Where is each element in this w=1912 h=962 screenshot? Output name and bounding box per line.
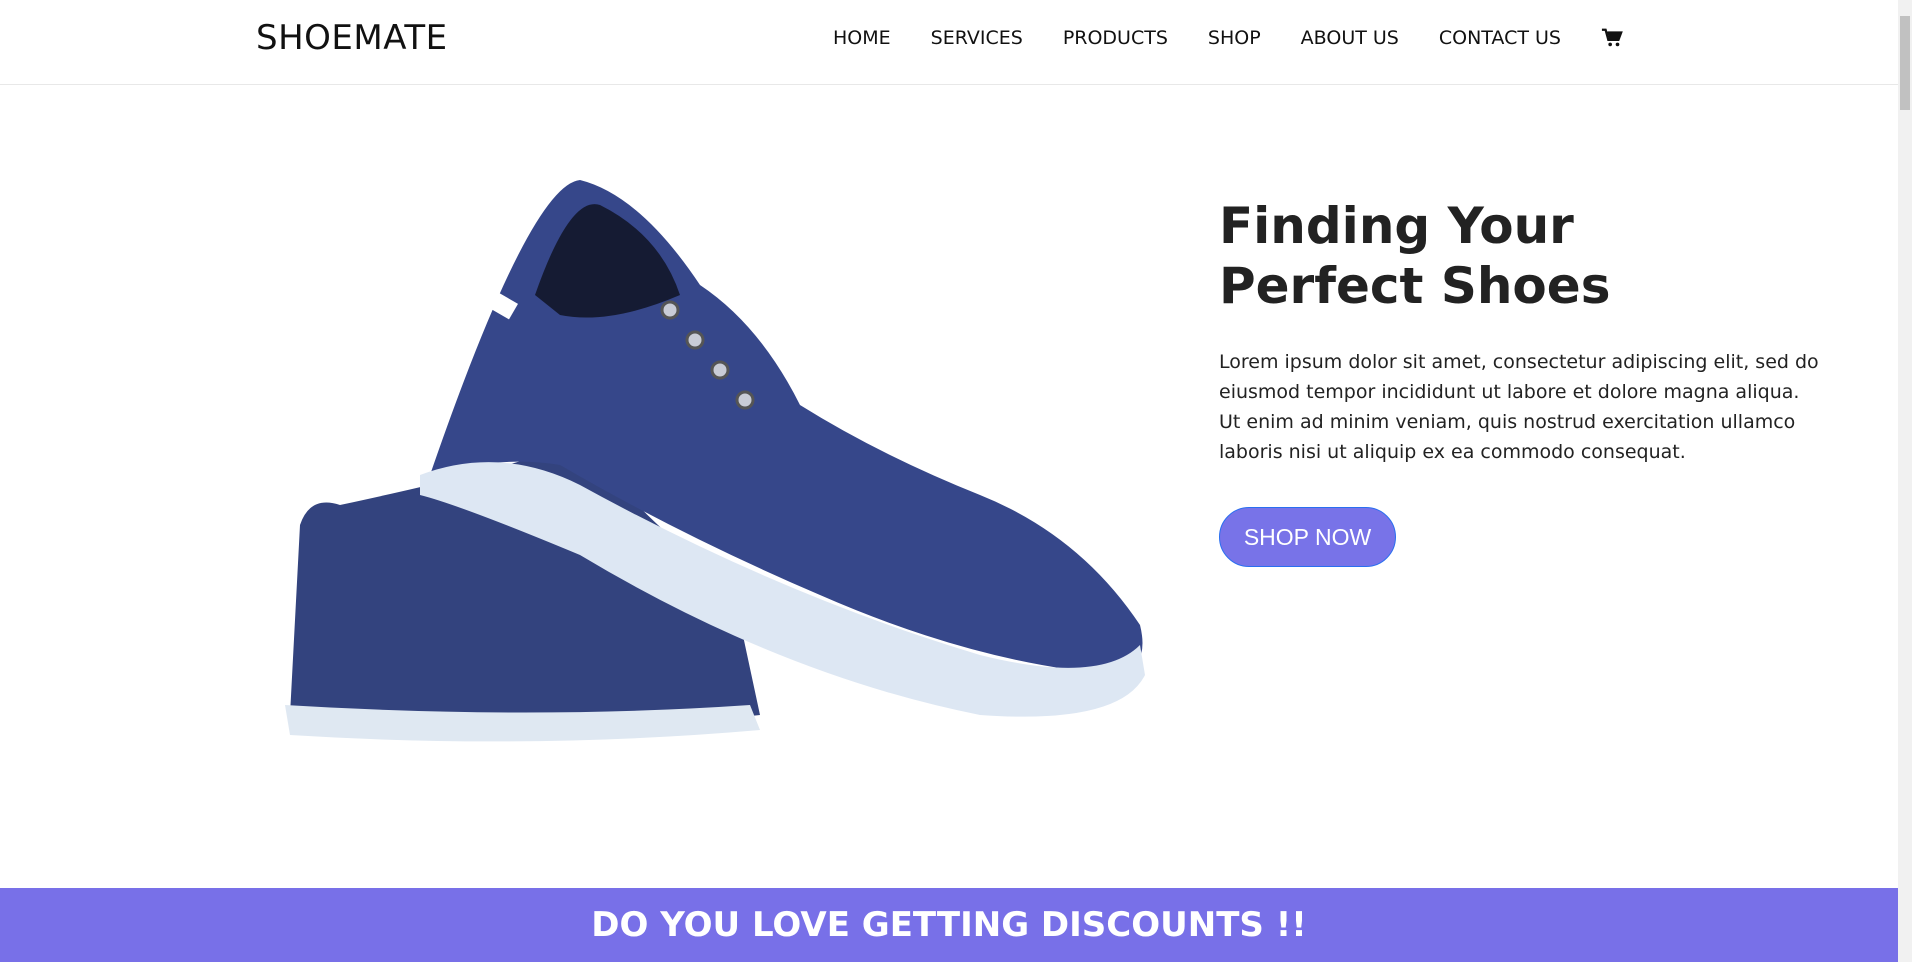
hero-title: Finding Your Perfect Shoes — [1219, 197, 1611, 315]
logo[interactable]: SHOEMATE — [256, 18, 448, 58]
scrollbar[interactable] — [1898, 0, 1912, 962]
nav-home[interactable]: HOME — [833, 27, 891, 49]
shopping-cart-icon[interactable] — [1601, 27, 1623, 49]
nav-contact-us[interactable]: CONTACT US — [1439, 27, 1561, 49]
hero-text: Lorem ipsum dolor sit amet, consectetur … — [1219, 351, 1819, 463]
shoe-image — [285, 180, 1145, 742]
nav-shop[interactable]: SHOP — [1208, 27, 1261, 49]
shop-now-button[interactable]: SHOP NOW — [1219, 507, 1396, 567]
main-nav: HOME SERVICES PRODUCTS SHOP ABOUT US CON… — [833, 27, 1623, 49]
nav-products[interactable]: PRODUCTS — [1063, 27, 1168, 49]
nav-services[interactable]: SERVICES — [931, 27, 1023, 49]
site-header: SHOEMATE HOME SERVICES PRODUCTS SHOP ABO… — [0, 0, 1898, 85]
banner-title: DO YOU LOVE GETTING DISCOUNTS !! — [591, 905, 1307, 945]
scrollbar-thumb[interactable] — [1900, 16, 1910, 110]
discount-banner: DO YOU LOVE GETTING DISCOUNTS !! — [0, 888, 1898, 962]
nav-about-us[interactable]: ABOUT US — [1301, 27, 1399, 49]
